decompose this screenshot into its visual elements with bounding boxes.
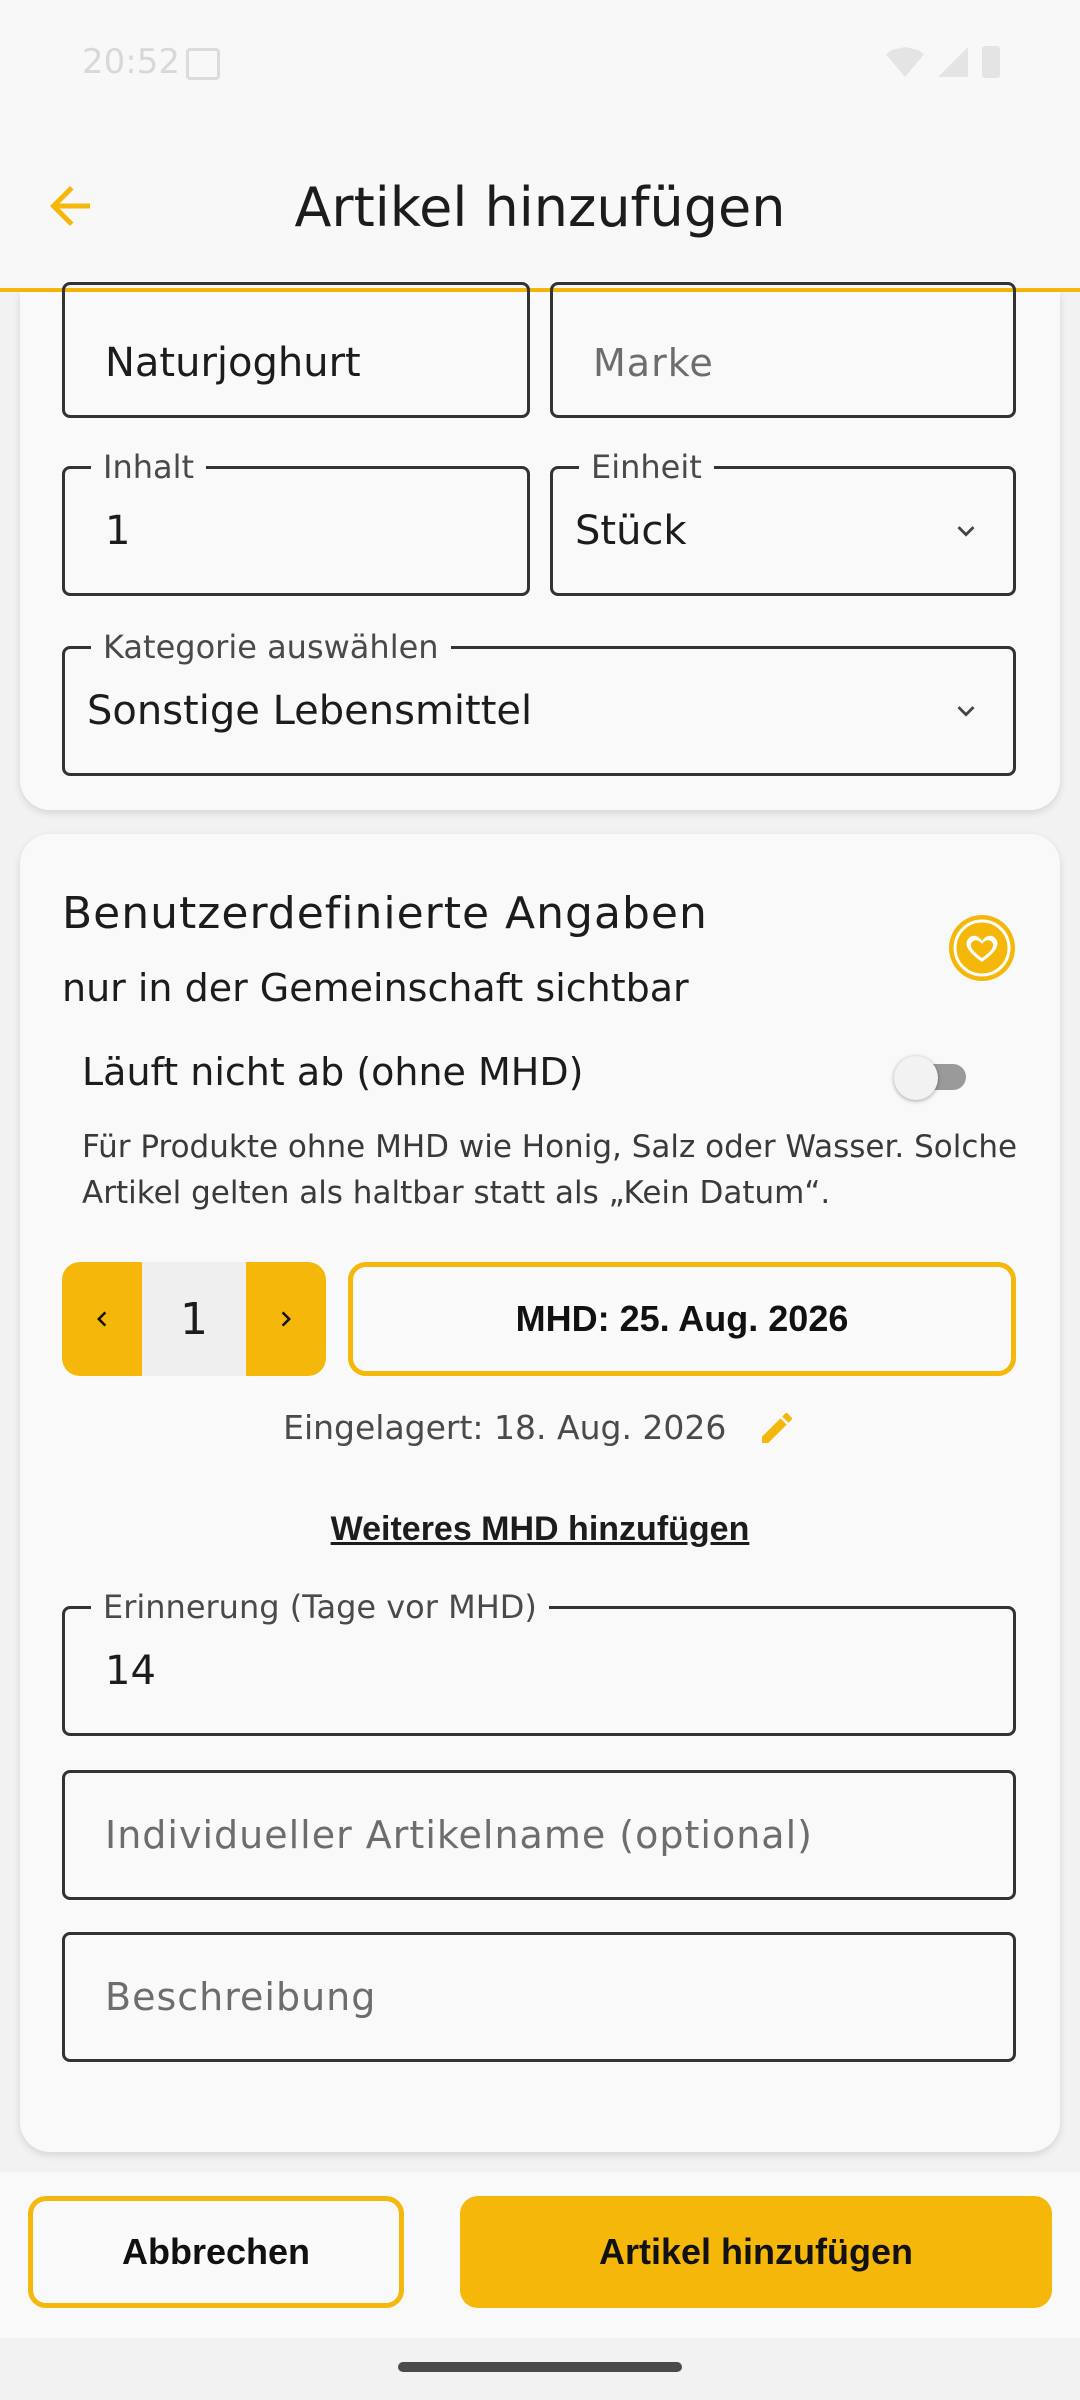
bottom-action-bar: Abbrechen Artikel hinzufügen [0,2172,1080,2338]
signal-icon [938,47,968,77]
description-placeholder: Beschreibung [105,1975,377,2019]
reminder-label: Erinnerung (Tage vor MHD) [91,1589,549,1625]
category-label: Kategorie auswählen [91,629,451,665]
home-indicator[interactable] [398,2362,682,2372]
chevron-down-icon [957,706,975,717]
increment-button[interactable] [246,1262,326,1376]
chevron-right-icon [281,1311,291,1327]
quantity-stepper: 1 [62,1262,326,1376]
chevron-left-icon [97,1311,107,1327]
brand-placeholder: Marke [593,341,714,385]
section-subtitle: nur in der Gemeinschaft sichtbar [62,966,689,1010]
product-name-field[interactable]: Naturjoghurt [62,282,530,418]
cancel-button[interactable]: Abbrechen [28,2196,404,2308]
chevron-down-icon [957,526,975,537]
category-select[interactable]: Kategorie auswählen Sonstige Lebensmitte… [62,629,1016,776]
add-item-button[interactable]: Artikel hinzufügen [460,2196,1052,2308]
custom-details-card: Benutzerdefinierte Angaben nur in der Ge… [20,834,1060,2152]
add-mhd-link[interactable]: Weiteres MHD hinzufügen [20,1510,1060,1549]
status-icons [886,46,1000,78]
description-field[interactable]: Beschreibung [62,1932,1016,2062]
content-value: 1 [105,508,131,554]
product-name-value: Naturjoghurt [105,340,361,386]
unit-label: Einheit [579,449,714,485]
unit-select[interactable]: Einheit Stück [550,449,1016,596]
reminder-value: 14 [105,1648,156,1694]
custom-name-placeholder: Individueller Artikelname (optional) [105,1813,813,1857]
mhd-date-button[interactable]: MHD: 25. Aug. 2026 [348,1262,1016,1376]
status-bar: 20:52 [0,0,1080,126]
category-value: Sonstige Lebensmittel [87,688,533,734]
custom-name-field[interactable]: Individueller Artikelname (optional) [62,1770,1016,1900]
battery-icon [982,46,1000,78]
no-expiry-switch[interactable] [894,1056,970,1100]
brand-field[interactable]: Marke [550,282,1016,418]
page-title: Artikel hinzufügen [294,176,786,239]
stored-date-text: Eingelagert: 18. Aug. 2026 [283,1408,727,1447]
pencil-icon[interactable] [757,1408,797,1448]
section-title: Benutzerdefinierte Angaben [62,888,708,939]
wifi-icon [886,47,924,77]
heart-community-icon [949,915,1015,981]
content-label: Inhalt [91,449,207,485]
no-expiry-label: Läuft nicht ab (ohne MHD) [82,1050,584,1094]
content-field[interactable]: Inhalt 1 [62,449,530,596]
quantity-value: 1 [142,1262,246,1376]
status-time: 20:52 [82,42,180,82]
decrement-button[interactable] [62,1262,142,1376]
screenshot-notification-icon [186,48,220,80]
unit-value: Stück [575,508,687,554]
reminder-days-field[interactable]: Erinnerung (Tage vor MHD) 14 [62,1589,1016,1736]
product-card: Naturjoghurt Marke Inhalt 1 Einheit Stüc… [20,282,1060,810]
app-bar: Artikel hinzufügen [0,126,1080,292]
no-expiry-helper-text: Für Produkte ohne MHD wie Honig, Salz od… [82,1129,1018,1211]
stored-date-row: Eingelagert: 18. Aug. 2026 [20,1406,1060,1448]
switch-thumb [894,1056,938,1100]
